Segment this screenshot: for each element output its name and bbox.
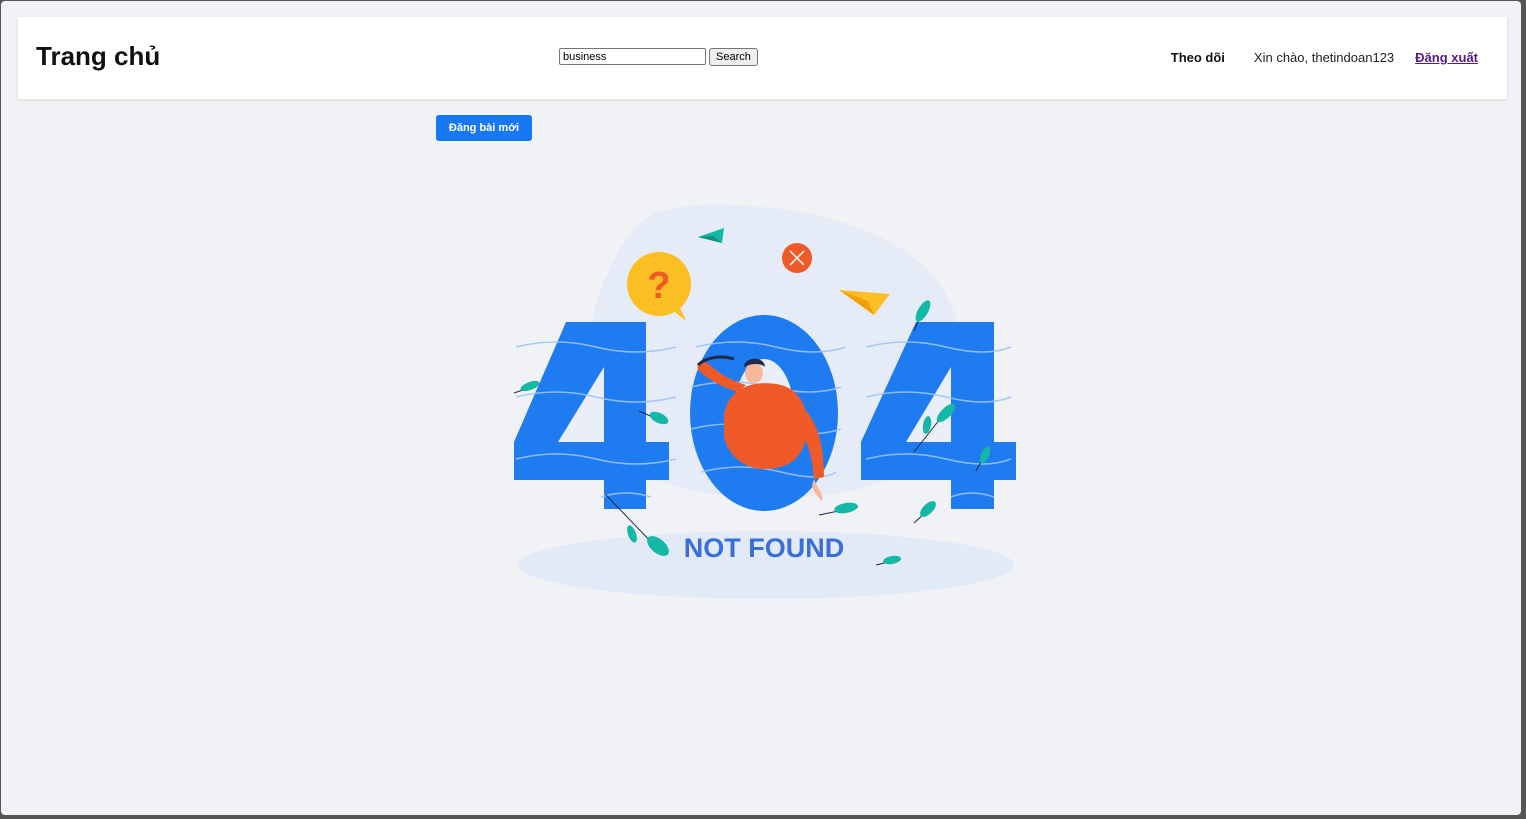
new-post-button[interactable]: Đăng bài mới [436,115,532,141]
user-nav: Theo dõi Xin chào, thetindoan123 Đăng xu… [1171,50,1478,65]
not-found-illustration: ? NOT FOUND [513,204,1016,599]
greeting-text: Xin chào, thetindoan123 [1253,50,1395,65]
search-button[interactable]: Search [709,48,758,66]
follow-link[interactable]: Theo dõi [1171,50,1225,65]
logout-link[interactable]: Đăng xuất [1415,50,1478,65]
browser-viewport: Trang chủ Search Theo dõi Xin chào, thet… [1,1,1521,815]
page-title[interactable]: Trang chủ [36,41,160,72]
svg-text:?: ? [647,265,670,307]
search-form: Search [559,48,758,66]
close-circle-icon [782,243,812,273]
digit-four-left [514,322,669,509]
top-navbar: Trang chủ Search Theo dõi Xin chào, thet… [18,17,1507,99]
search-input[interactable] [559,48,706,65]
not-found-text: NOT FOUND [684,533,844,563]
